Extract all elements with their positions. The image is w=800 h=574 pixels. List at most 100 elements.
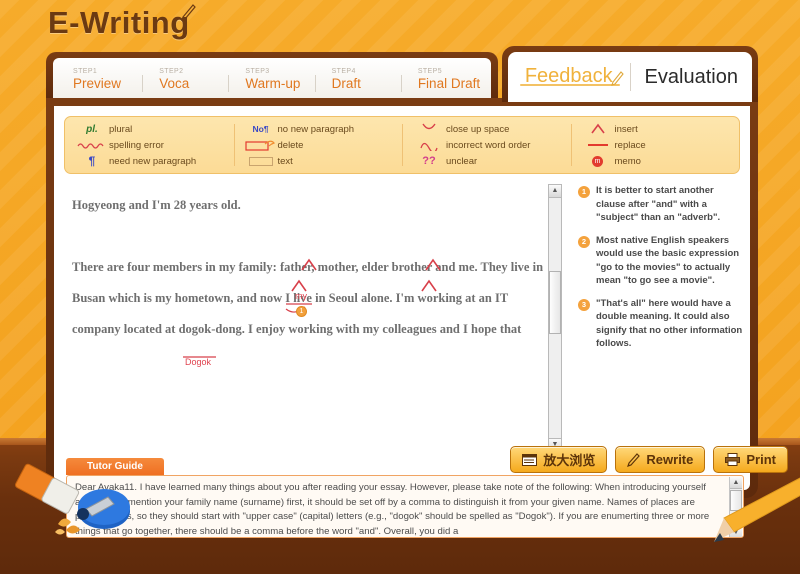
legend-column-4: insert replace m memo	[570, 117, 740, 173]
steps-tabstrip: STEP1 Preview STEP2 Voca STEP3 Warm-up S…	[46, 52, 498, 100]
step-divider	[142, 74, 144, 92]
legend-column-2: No¶ no new paragraph delete text	[233, 117, 403, 173]
enlarge-view-button[interactable]: 放大浏览	[510, 446, 608, 473]
note-text: "That's all" here would have a double me…	[596, 297, 743, 350]
sidebar-item-warmup[interactable]: STEP3 Warm-up	[231, 67, 312, 91]
step-number: STEP2	[159, 68, 184, 75]
correction-symbol-legend: pl. plural spelling error ¶ need new par…	[64, 116, 740, 174]
legend-label: no new paragraph	[277, 123, 355, 135]
legend-item-spelling-error: spelling error	[75, 137, 228, 153]
pencil-icon	[181, 4, 196, 21]
legend-label: replace	[614, 139, 646, 151]
step-label: Warm-up	[245, 76, 301, 91]
legend-label: delete	[277, 139, 304, 151]
essay-line: Busan which is my hometown, and now I li…	[72, 291, 509, 305]
sidebar-item-final-draft[interactable]: STEP5 Final Draft	[404, 67, 485, 91]
list-item[interactable]: 3 "That's all" here would have a double …	[578, 297, 744, 351]
legend-column-1: pl. plural spelling error ¶ need new par…	[65, 117, 234, 173]
pencil-icon	[627, 452, 641, 467]
step-divider	[314, 74, 316, 92]
legend-item-text: text	[244, 153, 397, 169]
legend-label: spelling error	[109, 139, 164, 151]
replace-line-icon	[581, 138, 615, 153]
tab-evaluation[interactable]: Evaluation	[631, 66, 753, 89]
main-panel: pl. plural spelling error ¶ need new par…	[46, 98, 758, 538]
legend-label: need new paragraph	[109, 155, 197, 167]
pencil-icon	[610, 70, 624, 86]
step-label: Voca	[159, 76, 190, 91]
legend-label: insert	[614, 123, 638, 135]
legend-item-no-new-paragraph: No¶ no new paragraph	[244, 121, 397, 137]
step-number: STEP5	[417, 68, 442, 75]
step-number: STEP3	[245, 68, 270, 75]
pencil-shavings-icon	[55, 518, 80, 535]
legend-item-plural: pl. plural	[75, 121, 228, 137]
memo-dot-icon: m	[581, 154, 615, 169]
scroll-up-button[interactable]: ▲	[549, 185, 561, 198]
sidebar-item-voca[interactable]: STEP2 Voca	[145, 67, 226, 91]
text-box-icon	[244, 154, 278, 169]
legend-item-unclear: ?? unclear	[412, 153, 565, 169]
legend-item-close-up-space: close up space	[412, 121, 565, 137]
step-divider	[228, 74, 230, 92]
rewrite-button[interactable]: Rewrite	[615, 446, 706, 473]
button-label: Rewrite	[646, 452, 694, 467]
legend-item-insert: insert	[581, 121, 734, 137]
legend-item-delete: delete	[244, 137, 397, 153]
memo-marker-1[interactable]: 1	[296, 306, 307, 317]
essay-scrollbar[interactable]: ▲ ▼	[548, 184, 562, 452]
correction-replacement-dogok: Dogok	[185, 357, 212, 367]
note-number: 2	[578, 235, 590, 248]
window-icon	[522, 453, 538, 466]
step-number: STEP1	[73, 68, 98, 75]
view-tabstrip: Feedback Evaluation	[502, 46, 758, 102]
legend-label: unclear	[446, 155, 478, 167]
tutor-guide-box[interactable]: Dear Avaka11. I have learned many things…	[66, 475, 744, 538]
feedback-notes-list: 1 It is better to start another clause a…	[578, 184, 744, 452]
wavy-underline-icon	[75, 138, 109, 153]
delete-box-icon	[244, 138, 278, 153]
no-pilcrow-icon: No¶	[252, 124, 269, 134]
button-label: 放大浏览	[543, 453, 596, 468]
legend-item-replace: replace	[581, 137, 734, 153]
note-text: Most native English speakers would use t…	[596, 234, 740, 287]
button-label: Print	[746, 452, 776, 467]
legend-label: text	[277, 155, 293, 167]
step-divider	[400, 74, 402, 92]
step-label: Preview	[73, 76, 122, 91]
question-marks-icon: ??	[422, 155, 436, 167]
legend-column-3: close up space incorrect word order ?? u…	[402, 117, 571, 173]
printer-icon	[725, 453, 741, 466]
legend-label: close up space	[446, 123, 510, 135]
close-up-space-icon	[412, 122, 446, 137]
note-text: It is better to start another clause aft…	[596, 185, 721, 223]
scroll-thumb[interactable]	[549, 271, 561, 334]
transpose-icon	[412, 138, 446, 153]
legend-label: plural	[109, 123, 133, 135]
pilcrow-icon: ¶	[88, 154, 96, 168]
tutor-guide-tab[interactable]: Tutor Guide	[66, 458, 164, 475]
essay-line: company located at dogok-dong. I enjoy w…	[72, 322, 522, 336]
page-title: E-Writing	[48, 5, 190, 40]
legend-label: memo	[614, 155, 641, 167]
sidebar-item-preview[interactable]: STEP1 Preview	[59, 67, 140, 91]
essay-text-area[interactable]: Hogyeong and I'm 28 years old. There are…	[64, 184, 562, 452]
step-label: Final Draft	[417, 76, 481, 91]
tutor-guide-text: Dear Avaka11. I have learned many things…	[75, 482, 710, 537]
tab-underline	[520, 83, 620, 86]
tab-feedback[interactable]: Feedback	[508, 65, 630, 90]
list-item[interactable]: 1 It is better to start another clause a…	[578, 184, 744, 225]
essay-line: There are four members in my family: fat…	[72, 260, 544, 274]
print-button[interactable]: Print	[713, 446, 788, 473]
step-label: Draft	[331, 76, 361, 91]
legend-item-need-new-paragraph: ¶ need new paragraph	[75, 153, 228, 169]
essay-line	[72, 221, 544, 252]
sidebar-item-draft[interactable]: STEP4 Draft	[318, 67, 399, 91]
legend-label: incorrect word order	[446, 139, 531, 151]
note-number: 3	[578, 298, 590, 311]
pencil-icon	[714, 477, 800, 542]
list-item[interactable]: 2 Most native English speakers would use…	[578, 234, 744, 288]
action-button-bar: 放大浏览 Rewrite Print	[510, 446, 788, 473]
pl-abbreviation-icon: pl.	[86, 123, 98, 135]
essay-line: Hogyeong and I'm 28 years old.	[72, 198, 241, 212]
